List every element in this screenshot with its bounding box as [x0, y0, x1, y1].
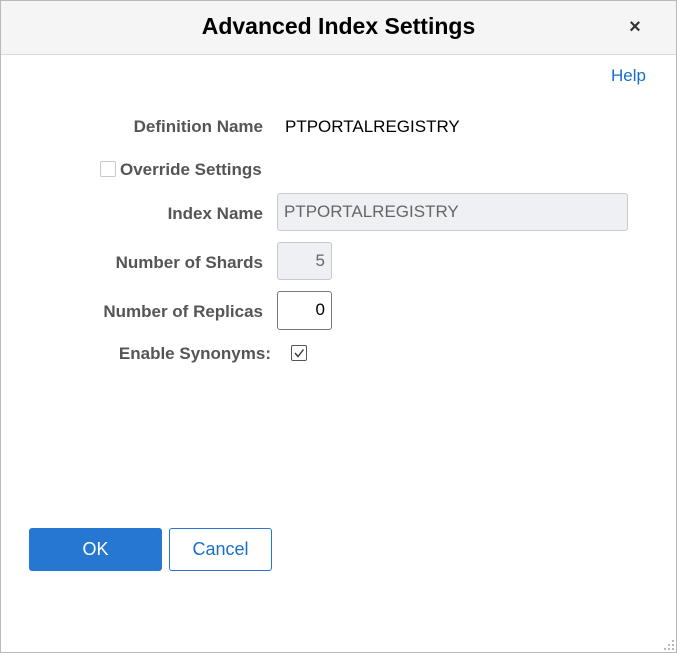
resize-grip-icon[interactable] — [663, 639, 675, 651]
index-name-label: Index Name — [167, 204, 263, 223]
number-of-replicas-input[interactable]: 0 — [277, 291, 332, 330]
checkmark-icon — [294, 349, 305, 358]
definition-name-label: Definition Name — [133, 117, 263, 136]
definition-name-value: PTPORTALREGISTRY — [285, 117, 460, 136]
override-settings-label: Override Settings — [120, 160, 262, 179]
index-name-input[interactable]: PTPORTALREGISTRY — [277, 193, 628, 231]
dialog-titlebar: Advanced Index Settings × — [1, 1, 676, 55]
ok-button[interactable]: OK — [29, 528, 162, 571]
dialog-title: Advanced Index Settings — [201, 13, 476, 39]
close-icon: × — [629, 16, 641, 38]
help-link[interactable]: Help — [611, 66, 646, 86]
override-settings-checkbox[interactable] — [100, 161, 116, 177]
cancel-button[interactable]: Cancel — [169, 528, 272, 571]
advanced-index-settings-dialog: Advanced Index Settings × Help Definitio… — [0, 0, 677, 653]
number-of-replicas-label: Number of Replicas — [103, 302, 263, 321]
enable-synonyms-checkbox[interactable] — [291, 345, 307, 361]
number-of-shards-label: Number of Shards — [115, 253, 263, 272]
close-button[interactable]: × — [623, 15, 647, 39]
number-of-shards-input[interactable]: 5 — [277, 242, 332, 280]
enable-synonyms-label: Enable Synonyms: — [118, 344, 271, 363]
